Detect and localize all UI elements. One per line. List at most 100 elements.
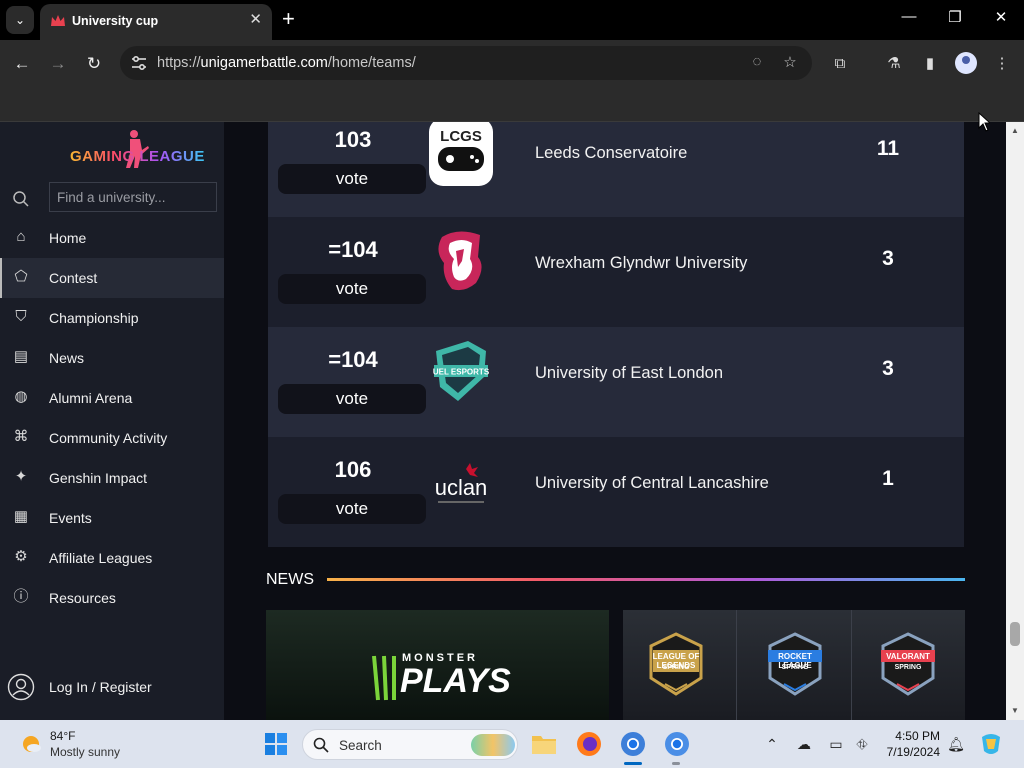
pentagon-icon: ⬠ (14, 268, 28, 285)
firefox-icon[interactable] (574, 729, 604, 759)
sidebar-item-contest[interactable]: ⬠ Contest (0, 258, 224, 298)
university-search-input[interactable] (49, 182, 217, 212)
sidebar-item-label: Home (49, 230, 87, 246)
forward-arrow-icon[interactable]: → (46, 52, 70, 76)
team-score: 1 (882, 467, 894, 490)
chevron-up-icon[interactable]: ⌃ (762, 734, 782, 754)
sidebar-item-events[interactable]: ▦ Events (0, 498, 224, 538)
notification-bell-icon[interactable]: 🔔︎ (946, 734, 966, 754)
badge-title: VALORANT (886, 652, 930, 661)
minimize-icon[interactable]: — (894, 8, 924, 25)
uel-esports-logo: UEL ESPORTS (433, 341, 490, 401)
svg-text:uclan: uclan (435, 475, 488, 500)
labs-flask-icon[interactable]: ⚗ (882, 52, 906, 76)
svg-text:UEL ESPORTS: UEL ESPORTS (433, 368, 490, 377)
team-name[interactable]: Wrexham Glyndwr University (535, 254, 747, 273)
back-arrow-icon[interactable]: ← (10, 52, 34, 76)
vote-button[interactable]: vote (278, 274, 426, 304)
bookmark-star-icon[interactable]: ☆ (780, 53, 800, 73)
chrome-beta-icon[interactable] (662, 729, 692, 759)
vote-button[interactable]: vote (278, 164, 426, 194)
url-text[interactable]: https://unigamerbattle.com/home/teams/ (157, 55, 416, 71)
restore-icon[interactable]: ❐ (940, 8, 970, 26)
tab-title: University cup (72, 14, 159, 28)
vote-button[interactable]: vote (278, 384, 426, 414)
home-icon: ⌂ (16, 228, 26, 245)
scroll-up-icon[interactable]: ▲ (1010, 126, 1020, 135)
mouse-cursor-icon (978, 112, 990, 132)
windows-start-icon[interactable] (264, 732, 288, 756)
team-rank: 106 (334, 457, 372, 482)
sidebar-item-alumni-arena[interactable]: ◍ Alumni Arena (0, 378, 224, 418)
search-icon (13, 191, 29, 207)
sidebar-item-championship[interactable]: ⛉ Championship (0, 298, 224, 338)
eye-off-icon[interactable]: ◌ (747, 53, 767, 73)
sidebar: GAMING LEAGUE ⌂ Home ⬠ Contest ⛉ Championsh… (0, 122, 224, 720)
new-tab-button[interactable]: + (282, 8, 295, 30)
sidebar-item-home[interactable]: ⌂ Home (0, 218, 224, 258)
team-row: 103 vote LCGS Leeds Conservatoire 11 (268, 122, 964, 217)
reload-icon[interactable]: ↻ (82, 52, 106, 76)
window-close-icon[interactable]: ✕ (986, 8, 1016, 26)
address-bar[interactable]: https://unigamerbattle.com/home/teams/ ◌… (120, 46, 812, 80)
sidebar-item-genshin-impact[interactable]: ✦ Genshin Impact (0, 458, 224, 498)
taskbar-search-box[interactable]: Search (302, 729, 518, 760)
calendar-icon: ▦ (13, 508, 29, 525)
site-info-icon[interactable] (130, 54, 148, 72)
profile-avatar[interactable] (955, 52, 977, 74)
gift-icon: ⌘ (13, 428, 29, 445)
news-heading: NEWS (266, 571, 314, 588)
team-row: =104 vote Wrexham Glyndwr University 3 (268, 217, 964, 327)
search-highlight-art (471, 734, 515, 756)
team-score: 3 (882, 357, 894, 380)
gaming-league-logo[interactable]: GAMING LEAGUE (70, 128, 204, 174)
news-card-monster-plays[interactable]: MONSTER PLAYS (266, 610, 609, 720)
extensions-icon[interactable]: ⧉ (828, 52, 852, 76)
news-card-spring-leagues[interactable]: LEAGUE OF LEGENDS SPRING ROCKET LEAGUE S… (623, 610, 965, 720)
browser-tab-active[interactable]: University cup ✕ (40, 4, 272, 40)
copilot-icon[interactable] (978, 731, 1004, 757)
sparkle-icon: ✦ (14, 468, 28, 485)
browser-tab-bar: ⌄ University cup ✕ + — ❐ ✕ (0, 0, 1024, 40)
info-icon: ⓘ (13, 588, 29, 605)
vote-button[interactable]: vote (278, 494, 426, 524)
team-score: 3 (882, 247, 894, 270)
chrome-icon[interactable] (618, 729, 648, 759)
file-explorer-icon[interactable] (529, 729, 559, 759)
side-panel-icon[interactable]: ▮ (918, 52, 942, 76)
sidebar-item-label: Contest (49, 270, 98, 286)
scroll-down-icon[interactable]: ▼ (1010, 706, 1020, 715)
login-register-link[interactable]: Log In / Register (0, 667, 224, 707)
team-name[interactable]: University of Central Lancashire (535, 474, 769, 493)
login-label: Log In / Register (49, 679, 152, 695)
team-name[interactable]: Leeds Conservatoire (535, 144, 687, 163)
display-icon[interactable]: ▭ (826, 734, 846, 754)
crown-favicon-icon (51, 15, 65, 26)
team-row: =104 vote UEL ESPORTS University of East… (268, 327, 964, 437)
sidebar-item-affiliate-leagues[interactable]: ⚙ Affiliate Leagues (0, 538, 224, 578)
sunny-weather-icon[interactable] (20, 733, 42, 755)
page-scrollbar[interactable]: ▲ ▼ (1006, 122, 1024, 720)
clock-time[interactable]: 4:50 PM (884, 729, 940, 743)
news-divider (327, 578, 965, 581)
weather-temperature[interactable]: 84°F (50, 729, 75, 743)
sidebar-item-label: Affiliate Leagues (49, 550, 153, 566)
sidebar-item-label: Community Activity (49, 430, 168, 446)
badge-season: SPRING (894, 664, 922, 671)
sidebar-item-news[interactable]: ▤ News (0, 338, 224, 378)
scroll-thumb[interactable] (1010, 622, 1020, 646)
clock-date[interactable]: 7/19/2024 (880, 745, 940, 759)
tab-close-icon[interactable]: ✕ (249, 10, 262, 28)
cloud-offline-icon[interactable]: ☁ (794, 734, 814, 754)
more-menu-icon[interactable]: ⋮ (990, 52, 1014, 76)
tab-search-menu-button[interactable]: ⌄ (6, 6, 34, 34)
svg-text:LCGS: LCGS (440, 128, 482, 145)
sidebar-item-resources[interactable]: ⓘ Resources (0, 578, 224, 618)
sidebar-item-community-activity[interactable]: ⌘ Community Activity (0, 418, 224, 458)
team-score: 11 (876, 137, 900, 160)
team-rank: 103 (334, 127, 372, 152)
team-rank: =104 (328, 347, 378, 372)
team-name[interactable]: University of East London (535, 364, 723, 383)
network-icon[interactable]: ⛗ (852, 734, 872, 754)
weather-description[interactable]: Mostly sunny (50, 745, 120, 759)
